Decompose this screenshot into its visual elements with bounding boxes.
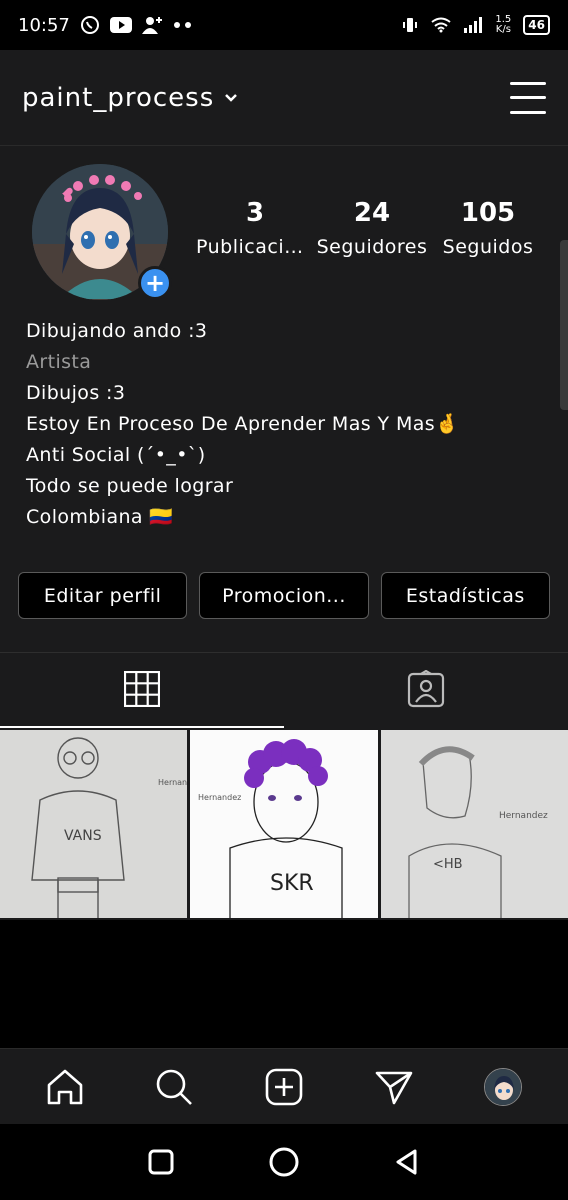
tab-grid[interactable]	[0, 653, 284, 728]
more-dots-icon	[173, 22, 192, 28]
bio: Dibujando ando :3 Artista Dibujos :3 Est…	[0, 316, 568, 533]
posts-label: Publicaciones	[196, 236, 314, 258]
bio-line: Todo se puede lograr	[26, 475, 234, 497]
post-caption: <HB	[433, 857, 463, 872]
empty-area	[0, 920, 568, 1048]
following-label: Seguidos	[442, 236, 534, 258]
bottom-nav	[0, 1048, 568, 1124]
back-triangle-icon[interactable]	[382, 1137, 432, 1187]
post-signature: Hernandez	[499, 811, 548, 821]
home-circle-icon[interactable]	[259, 1137, 309, 1187]
stat-posts[interactable]: 3 Publicaciones	[196, 198, 314, 258]
add-person-icon	[141, 16, 164, 34]
tagged-person-icon	[407, 669, 445, 712]
post-caption: SKR	[270, 871, 314, 896]
battery-icon: 46	[523, 15, 550, 35]
status-right: 1.5 K/s 46	[401, 15, 550, 35]
home-icon[interactable]	[37, 1059, 93, 1115]
bio-line: Estoy En Proceso De Aprender Mas Y Mas🤞	[26, 413, 460, 435]
search-icon[interactable]	[146, 1059, 202, 1115]
whatsapp-icon	[80, 15, 100, 35]
activity-send-icon[interactable]	[366, 1059, 422, 1115]
stat-followers[interactable]: 24 Seguidores	[314, 198, 430, 258]
followers-count: 24	[353, 198, 391, 228]
profile-actions: Editar perfil Promocion... Estadísticas	[18, 572, 550, 619]
stat-following[interactable]: 105 Seguidos	[430, 198, 546, 258]
edit-profile-button[interactable]: Editar perfil	[18, 572, 188, 619]
promote-button[interactable]: Promocion...	[199, 572, 369, 619]
post-signature: Hernandez	[198, 793, 241, 802]
posts-grid: VANS Hernandez SKR Hernandez	[0, 730, 568, 920]
status-bar: 10:57 1.5 K/s 46	[0, 0, 568, 50]
tab-tagged[interactable]	[284, 653, 568, 728]
bio-line: Colombiana 🇨🇴	[26, 506, 174, 528]
post-thumbnail[interactable]: VANS Hernandez	[0, 730, 188, 918]
grid-icon	[123, 670, 161, 711]
plus-icon[interactable]: +	[138, 266, 172, 300]
profile-tab[interactable]	[475, 1059, 531, 1115]
youtube-icon	[109, 17, 132, 33]
post-thumbnail[interactable]: SKR Hernandez	[190, 730, 378, 918]
avatar-container[interactable]: +	[32, 164, 172, 300]
following-count: 105	[460, 198, 516, 228]
followers-label: Seguidores	[316, 236, 428, 258]
wifi-icon	[431, 17, 452, 33]
post-thumbnail[interactable]: <HB Hernandez	[380, 730, 568, 918]
signal-icon	[463, 17, 483, 33]
profile-tabs	[0, 652, 568, 728]
status-left: 10:57	[18, 15, 192, 36]
display-name: Dibujando ando :3	[26, 320, 208, 342]
add-post-icon[interactable]	[256, 1059, 312, 1115]
app-header: paint_process	[0, 50, 568, 146]
username[interactable]: paint_process	[22, 83, 214, 113]
profile-stats: 3 Publicaciones 24 Seguidores 105 Seguid…	[196, 198, 546, 258]
bio-line: Anti Social (´•_•`)	[26, 444, 206, 466]
hamburger-menu-icon[interactable]	[510, 81, 546, 114]
bio-line: Dibujos :3	[26, 382, 126, 404]
post-signature: Hernandez	[158, 778, 187, 787]
insights-button[interactable]: Estadísticas	[380, 572, 550, 619]
system-nav	[0, 1124, 568, 1200]
post-caption: VANS	[64, 828, 102, 844]
clock: 10:57	[18, 14, 70, 36]
speed-unit: K/s	[495, 24, 511, 35]
vibrate-icon	[401, 16, 419, 34]
posts-count: 3	[245, 198, 265, 228]
scrollbar[interactable]	[560, 240, 568, 410]
chevron-down-icon[interactable]	[224, 93, 238, 103]
profile-screen: paint_process + 3 Publicacion 24 Seguido…	[0, 50, 568, 1048]
profile-avatar[interactable]	[484, 1067, 523, 1106]
network-speed: 1.5 K/s	[495, 15, 511, 35]
category-label: Artista	[26, 351, 92, 373]
recents-square-icon[interactable]	[136, 1137, 186, 1187]
profile-header: + 3 Publicaciones 24 Seguidores 105 Segu…	[0, 146, 568, 316]
